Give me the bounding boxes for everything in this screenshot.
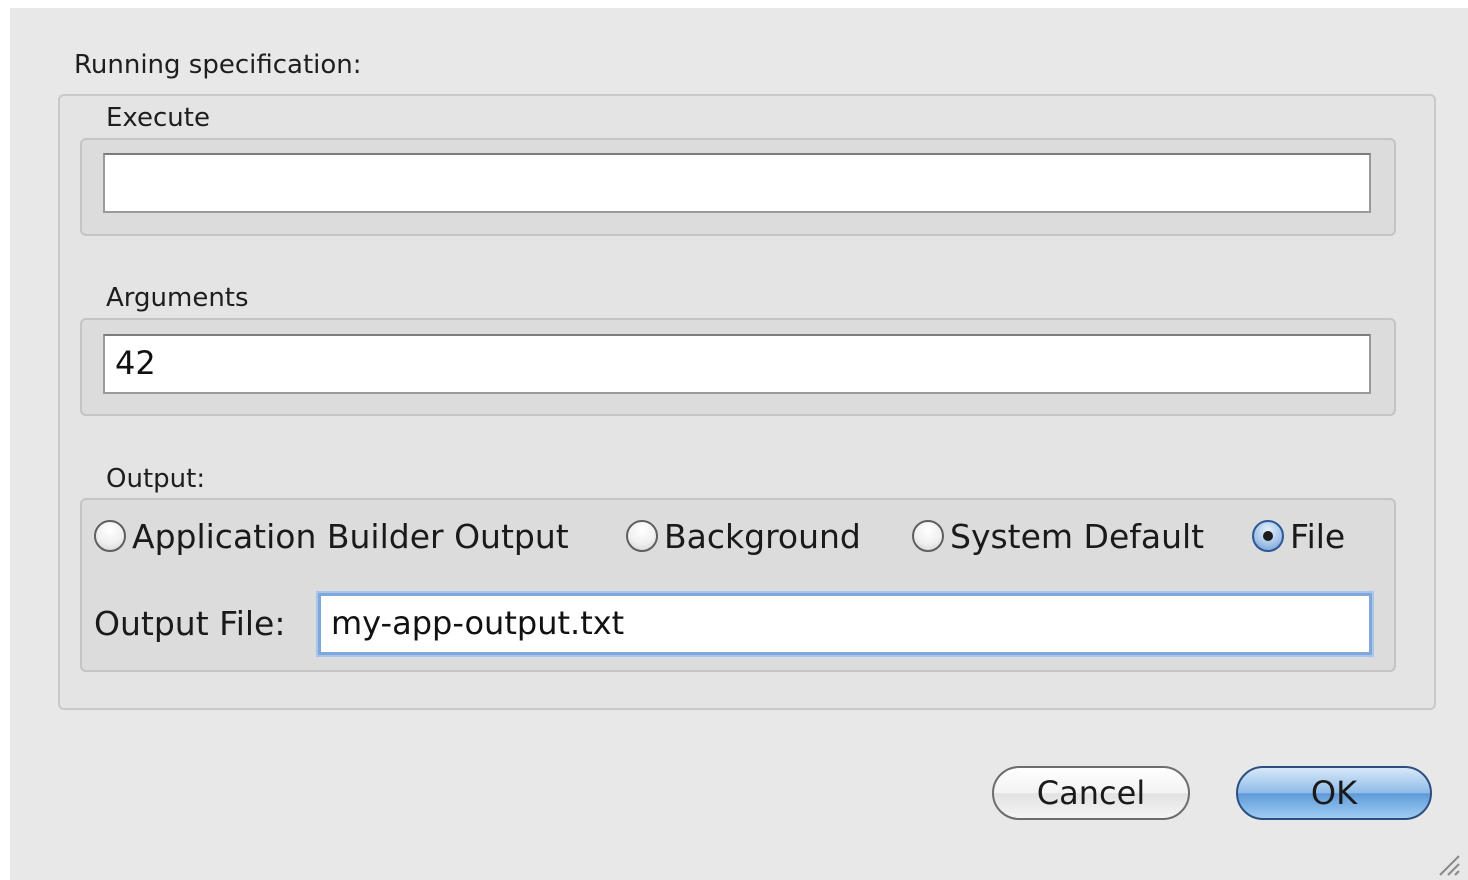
- resize-grip-icon[interactable]: [1434, 850, 1460, 876]
- radio-label: System Default: [950, 516, 1205, 556]
- radio-file[interactable]: File: [1252, 514, 1345, 558]
- radio-application-builder-output[interactable]: Application Builder Output: [94, 514, 569, 558]
- arguments-label: Arguments: [106, 283, 249, 313]
- run-settings-dialog: Running specification: Execute Arguments…: [10, 8, 1468, 880]
- radio-button-icon[interactable]: [912, 520, 944, 552]
- radio-button-icon[interactable]: [94, 520, 126, 552]
- ok-button[interactable]: OK: [1236, 766, 1432, 820]
- execute-input[interactable]: [103, 153, 1371, 213]
- running-spec-title: Running specification:: [74, 50, 362, 80]
- cancel-button[interactable]: Cancel: [992, 766, 1190, 820]
- arguments-input[interactable]: 42: [103, 334, 1371, 394]
- radio-label: Application Builder Output: [132, 516, 569, 556]
- radio-background[interactable]: Background: [626, 514, 861, 558]
- output-file-label: Output File:: [94, 604, 286, 643]
- radio-label: Background: [664, 516, 861, 556]
- output-label: Output:: [106, 464, 206, 494]
- radio-button-icon[interactable]: [626, 520, 658, 552]
- output-file-input[interactable]: my-app-output.txt: [318, 593, 1372, 655]
- radio-label: File: [1290, 516, 1346, 556]
- radio-system-default[interactable]: System Default: [912, 514, 1204, 558]
- execute-label: Execute: [106, 103, 210, 133]
- radio-button-selected-icon[interactable]: [1252, 520, 1284, 552]
